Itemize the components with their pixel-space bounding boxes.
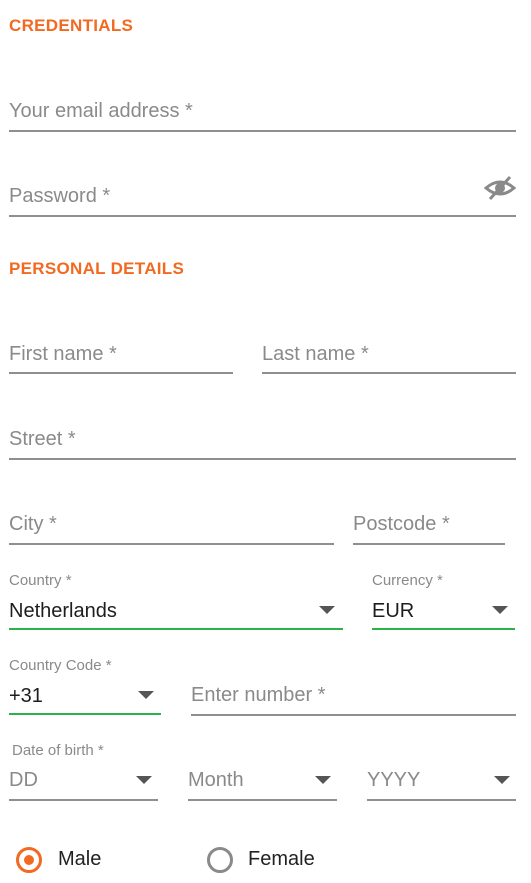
dob-day-placeholder: DD bbox=[9, 769, 38, 791]
country-select[interactable]: Country * Netherlands bbox=[9, 572, 343, 632]
password-field[interactable]: Password * bbox=[9, 183, 516, 219]
credentials-heading: CREDENTIALS bbox=[9, 16, 134, 35]
dob-year-select[interactable]: YYYY bbox=[367, 767, 516, 803]
city-field[interactable]: City * bbox=[9, 511, 334, 547]
street-placeholder: Street * bbox=[9, 428, 76, 450]
street-field[interactable]: Street * bbox=[9, 426, 516, 462]
dob-month-placeholder: Month bbox=[188, 769, 244, 791]
dob-month-underline bbox=[188, 799, 337, 801]
postcode-underline bbox=[353, 543, 505, 545]
country-code-value: +31 bbox=[9, 685, 43, 707]
gender-option-male[interactable]: Male bbox=[14, 845, 164, 875]
dob-label: Date of birth * bbox=[12, 742, 104, 759]
currency-chevron-down-icon[interactable] bbox=[492, 606, 508, 614]
dob-day-chevron-down-icon[interactable] bbox=[136, 776, 152, 784]
dob-day-select[interactable]: DD bbox=[9, 767, 158, 803]
country-code-underline bbox=[9, 713, 161, 715]
country-code-chevron-down-icon[interactable] bbox=[138, 691, 154, 699]
country-code-label: Country Code * bbox=[9, 657, 112, 674]
eye-slash-icon[interactable] bbox=[483, 174, 517, 202]
phone-number-field[interactable]: Enter number * bbox=[191, 682, 516, 718]
phone-number-placeholder: Enter number * bbox=[191, 684, 326, 706]
male-radio[interactable] bbox=[16, 847, 42, 873]
street-underline bbox=[9, 458, 516, 460]
female-label: Female bbox=[248, 848, 315, 870]
email-field[interactable]: Your email address * bbox=[9, 98, 516, 134]
email-underline bbox=[9, 130, 516, 132]
dob-year-placeholder: YYYY bbox=[367, 769, 421, 791]
postcode-field[interactable]: Postcode * bbox=[353, 511, 505, 547]
currency-underline bbox=[372, 628, 515, 630]
currency-label: Currency * bbox=[372, 572, 443, 589]
first-name-placeholder: First name * bbox=[9, 343, 117, 365]
first-name-underline bbox=[9, 372, 233, 374]
country-value: Netherlands bbox=[9, 600, 117, 622]
currency-value: EUR bbox=[372, 600, 415, 622]
dob-day-underline bbox=[9, 799, 158, 801]
country-label: Country * bbox=[9, 572, 72, 589]
personal-details-heading: PERSONAL DETAILS bbox=[9, 259, 185, 278]
email-placeholder: Your email address * bbox=[9, 100, 193, 122]
dob-year-chevron-down-icon[interactable] bbox=[494, 776, 510, 784]
currency-select[interactable]: Currency * EUR bbox=[372, 572, 515, 632]
phone-number-underline bbox=[191, 714, 516, 716]
female-radio[interactable] bbox=[207, 847, 233, 873]
postcode-placeholder: Postcode * bbox=[353, 513, 450, 535]
last-name-placeholder: Last name * bbox=[262, 343, 369, 365]
city-placeholder: City * bbox=[9, 513, 57, 535]
city-underline bbox=[9, 543, 334, 545]
dob-month-chevron-down-icon[interactable] bbox=[315, 776, 331, 784]
country-chevron-down-icon[interactable] bbox=[319, 606, 335, 614]
gender-option-female[interactable]: Female bbox=[205, 845, 355, 875]
password-underline bbox=[9, 215, 516, 217]
male-label: Male bbox=[58, 848, 102, 870]
dob-year-underline bbox=[367, 799, 516, 801]
country-code-select[interactable]: Country Code * +31 bbox=[9, 657, 161, 717]
country-underline bbox=[9, 628, 343, 630]
first-name-field[interactable]: First name * bbox=[9, 341, 233, 377]
last-name-underline bbox=[262, 372, 516, 374]
last-name-field[interactable]: Last name * bbox=[262, 341, 516, 377]
password-placeholder: Password * bbox=[9, 185, 111, 207]
dob-month-select[interactable]: Month bbox=[188, 767, 337, 803]
